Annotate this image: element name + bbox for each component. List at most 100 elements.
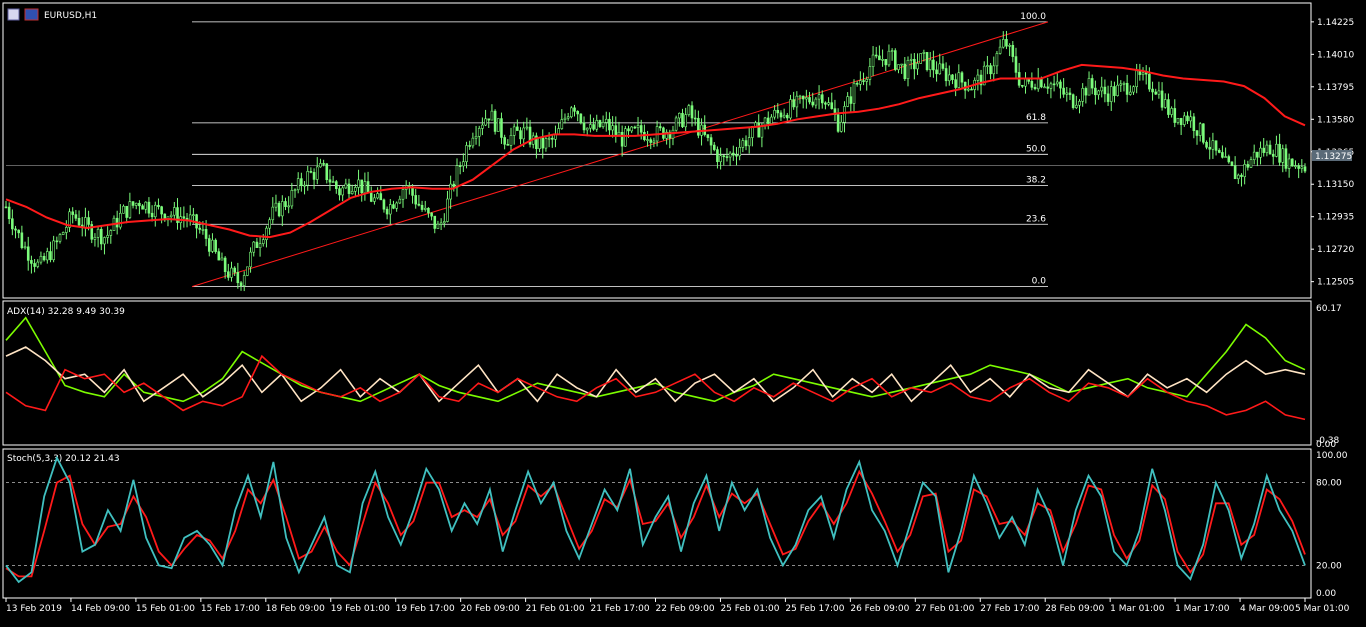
candle-body [608,118,611,131]
candle-body [462,161,465,167]
candle-body [242,275,246,286]
candle-body [58,234,62,242]
candle-body [341,187,344,196]
candle-body [344,183,348,189]
candle-body [573,107,576,112]
candle-body [347,183,351,194]
candle-body [1268,144,1272,155]
candle-body [128,201,132,218]
candle-body [328,179,332,183]
candle-body [277,202,281,217]
candle-body [290,190,294,207]
candle-body [192,214,195,216]
fib-level-label: 38.2 [1026,176,1046,186]
candle-body [893,50,897,70]
candle-body [433,215,437,229]
candle-body [716,149,719,163]
candle-body [173,207,176,216]
candle-body [1278,143,1281,163]
candle-body [93,236,97,240]
candle-body [719,155,722,163]
candle-body [808,97,811,103]
candle-body [728,152,732,158]
candle-body [919,53,922,64]
candle-body [322,163,325,165]
candle-body [446,198,449,222]
candle-body [522,127,525,140]
candle-body [271,206,275,221]
candle-body [589,124,592,129]
candle-body [649,139,653,143]
candle-body [1049,83,1053,89]
candle-body [33,263,36,267]
candle-body [773,109,776,118]
candle-body [614,125,618,136]
candle-body [153,204,157,218]
candle-body [468,145,472,147]
candle-body [1256,151,1259,158]
candle-body [1081,88,1084,102]
candle-body [1059,81,1062,89]
candle-body [732,152,735,156]
candle-body [315,166,319,180]
candle-body [109,230,113,236]
candle-body [382,199,386,210]
candle-body [639,125,643,133]
candle-body [967,88,970,91]
time-tick-label: 26 Feb 09:00 [850,604,909,614]
candle-body [458,165,462,167]
candle-body [1119,83,1123,86]
candle-body [204,229,208,239]
candle-body [563,117,567,120]
candle-body [741,140,745,148]
candle-body [99,228,103,245]
candle-body [706,134,710,138]
time-tick-label: 1 Mar 17:00 [1175,604,1230,614]
candle-body [630,126,633,132]
candle-body [1294,165,1297,168]
candle-body [249,251,252,268]
candle-body [903,63,907,80]
candle-body [106,235,109,238]
candle-body [1109,86,1113,102]
candle-body [373,197,376,202]
candle-body [766,117,770,124]
candle-body [255,241,259,248]
price-tick-label: 1.13795 [1317,83,1354,93]
candle-body [681,112,684,128]
candle-body [792,99,795,108]
candle-body [471,137,475,147]
candle-body [503,137,506,145]
candle-body [379,193,383,201]
fib-level-label: 100.0 [1020,12,1046,22]
candle-body [84,217,87,228]
current-price-label: 1.13275 [1315,152,1352,162]
stoch-signal-line [5,469,1306,578]
candle-body [30,260,33,264]
candle-body [986,65,989,67]
candle-body [157,204,160,207]
candle-body [550,137,554,140]
candle-body [757,122,761,138]
time-tick-label: 27 Feb 17:00 [980,604,1039,614]
candle-body [601,122,605,127]
candle-body [1211,140,1215,150]
candle-body [369,192,373,202]
candle-body [913,58,916,70]
candle-body [1078,101,1081,106]
candle-body [871,54,875,67]
candle-body [693,117,697,120]
price-tick-label: 1.14225 [1317,18,1354,28]
candle-body [795,95,799,108]
candle-body [306,171,310,186]
candle-body [49,251,52,261]
candle-body [1132,86,1135,93]
candle-body [789,99,792,119]
candle-body [392,204,395,209]
candle-body [484,118,487,126]
time-tick-label: 4 Mar 09:00 [1240,604,1295,614]
time-tick-label: 27 Feb 01:00 [915,604,974,614]
chart-canvas[interactable]: EURUSD,H1 ADX(14) 32.28 9.49 30.39 60.17… [0,0,1366,623]
fib-level-label: 61.8 [1026,113,1046,123]
price-plot: 100.0 61.8 50.0 38.2 23.6 0.0 [4,12,1307,292]
